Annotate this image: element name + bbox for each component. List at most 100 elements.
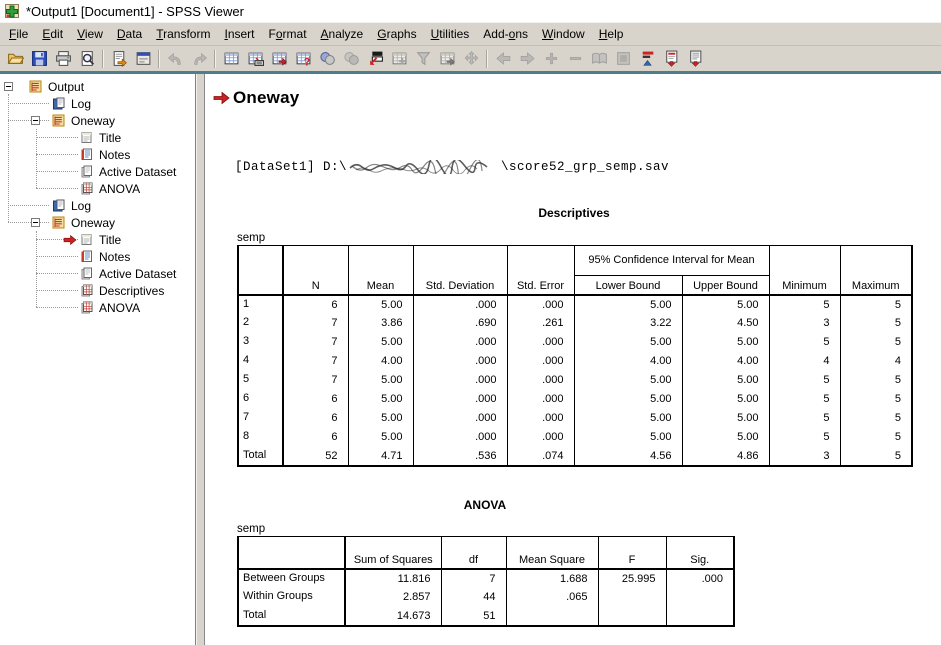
undo-button[interactable] — [163, 48, 187, 70]
menu-analyze[interactable]: Analyze — [314, 24, 371, 44]
tree-item-log[interactable]: Log — [0, 95, 195, 112]
tree-item-label: Log — [71, 97, 91, 111]
value-cell: 4.71 — [348, 447, 413, 466]
tree-item-active-dataset[interactable]: Active Dataset — [0, 163, 195, 180]
descriptives-row: Total524.71.536.0744.564.8635 — [238, 447, 912, 466]
tree-item-notes[interactable]: Notes — [0, 146, 195, 163]
tree-item-oneway[interactable]: Oneway — [0, 214, 195, 231]
toolbar-separator — [102, 50, 104, 68]
circles-icon — [319, 50, 336, 67]
insert-text-button[interactable] — [683, 48, 707, 70]
menu-data[interactable]: Data — [110, 24, 149, 44]
move-objects-button[interactable] — [459, 48, 483, 70]
tree-item-log[interactable]: Log — [0, 197, 195, 214]
tree-item-label: Output — [48, 80, 84, 94]
promote-outline-button[interactable] — [491, 48, 515, 70]
select-last-output-button[interactable] — [315, 48, 339, 70]
tree-collapse-toggle[interactable] — [4, 82, 13, 91]
goto-data-button[interactable] — [219, 48, 243, 70]
export-button[interactable] — [107, 48, 131, 70]
tree-item-active-dataset[interactable]: Active Dataset — [0, 265, 195, 282]
tree-item-label: Title — [99, 233, 121, 247]
value-cell: 3 — [769, 314, 840, 333]
tree-item-anova[interactable]: ANOVA — [0, 180, 195, 197]
output-content-pane: Oneway [DataSet1] D:\ \score52_grp_semp.… — [205, 74, 941, 645]
insert-pivot-table-button[interactable] — [387, 48, 411, 70]
tree-item-title[interactable]: Title — [0, 231, 195, 248]
anova-table[interactable]: Sum of SquaresdfMean SquareFSig.Between … — [237, 536, 735, 627]
value-cell: .000 — [507, 333, 574, 352]
menu-transform[interactable]: Transform — [149, 24, 217, 44]
tree-item-descriptives[interactable]: Descriptives — [0, 282, 195, 299]
page-insert-title-icon — [663, 50, 680, 67]
value-cell: 5 — [840, 390, 912, 409]
redo-button[interactable] — [187, 48, 211, 70]
value-cell: .000 — [413, 371, 507, 390]
toolbar-separator — [158, 50, 160, 68]
expand-outline-button[interactable] — [539, 48, 563, 70]
descriptives-row: 273.86.690.2613.224.5035 — [238, 314, 912, 333]
value-cell: 5 — [769, 333, 840, 352]
tree-item-label: Log — [71, 199, 91, 213]
menu-graphs[interactable]: Graphs — [370, 24, 423, 44]
insert-title-button[interactable] — [659, 48, 683, 70]
goto-case-button[interactable] — [243, 48, 267, 70]
oneway-heading-block[interactable]: Oneway — [213, 88, 299, 108]
value-cell: 7 — [283, 352, 348, 371]
tree-collapse-toggle[interactable] — [31, 218, 40, 227]
value-cell: .065 — [506, 588, 598, 607]
dialog-recall-button[interactable] — [131, 48, 155, 70]
column-header: F — [598, 537, 666, 569]
collapse-outline-button[interactable] — [563, 48, 587, 70]
hide-output-button[interactable] — [611, 48, 635, 70]
svg-text:?: ? — [303, 56, 309, 67]
value-cell: 5.00 — [348, 371, 413, 390]
menu-window[interactable]: Window — [535, 24, 592, 44]
tree-item-anova[interactable]: ANOVA — [0, 299, 195, 316]
insert-heading-button[interactable] — [635, 48, 659, 70]
designate-window-button[interactable] — [339, 48, 363, 70]
column-header: 95% Confidence Interval for Mean — [574, 246, 769, 276]
dataset-path-line[interactable]: [DataSet1] D:\ \score52_grp_semp.sav — [235, 160, 669, 174]
tree-item-oneway[interactable]: Oneway — [0, 112, 195, 129]
tree-item-output[interactable]: Output — [0, 78, 195, 95]
descriptives-row: 665.00.000.0005.005.0055 — [238, 390, 912, 409]
value-cell: 5.00 — [574, 371, 682, 390]
value-cell: 11.816 — [345, 569, 441, 588]
menu-view[interactable]: View — [70, 24, 110, 44]
value-cell: 1.688 — [506, 569, 598, 588]
variables-button[interactable] — [267, 48, 291, 70]
goto-output-button[interactable] — [363, 48, 387, 70]
print-button[interactable] — [51, 48, 75, 70]
menu-insert[interactable]: Insert — [217, 24, 261, 44]
menu-edit[interactable]: Edit — [35, 24, 70, 44]
pane-splitter[interactable] — [196, 74, 205, 645]
value-cell: .000 — [413, 409, 507, 428]
use-sets-button[interactable]: ? — [291, 48, 315, 70]
dataset-icon — [80, 267, 93, 280]
tree-item-notes[interactable]: Notes — [0, 248, 195, 265]
insert-chart-button[interactable] — [435, 48, 459, 70]
menu-format[interactable]: Format — [262, 24, 314, 44]
value-cell: 5.00 — [682, 409, 769, 428]
demote-outline-button[interactable] — [515, 48, 539, 70]
menu-add-ons[interactable]: Add-ons — [476, 24, 535, 44]
save-button[interactable] — [27, 48, 51, 70]
value-cell: 6 — [283, 295, 348, 314]
use-variable-sets-button[interactable] — [411, 48, 435, 70]
grid-variables-icon — [271, 50, 288, 67]
value-cell: 2.857 — [345, 588, 441, 607]
open-button[interactable] — [3, 48, 27, 70]
tree-item-title[interactable]: Title — [0, 129, 195, 146]
value-cell: 5 — [769, 409, 840, 428]
print-preview-button[interactable] — [75, 48, 99, 70]
menu-help[interactable]: Help — [592, 24, 631, 44]
tree-collapse-toggle[interactable] — [31, 116, 40, 125]
menu-file[interactable]: File — [2, 24, 35, 44]
value-cell: 4.56 — [574, 447, 682, 466]
menu-utilities[interactable]: Utilities — [424, 24, 477, 44]
value-cell: 5.00 — [682, 428, 769, 447]
show-output-button[interactable] — [587, 48, 611, 70]
value-cell — [666, 607, 734, 626]
descriptives-table[interactable]: NMeanStd. DeviationStd. Error95% Confide… — [237, 245, 913, 467]
